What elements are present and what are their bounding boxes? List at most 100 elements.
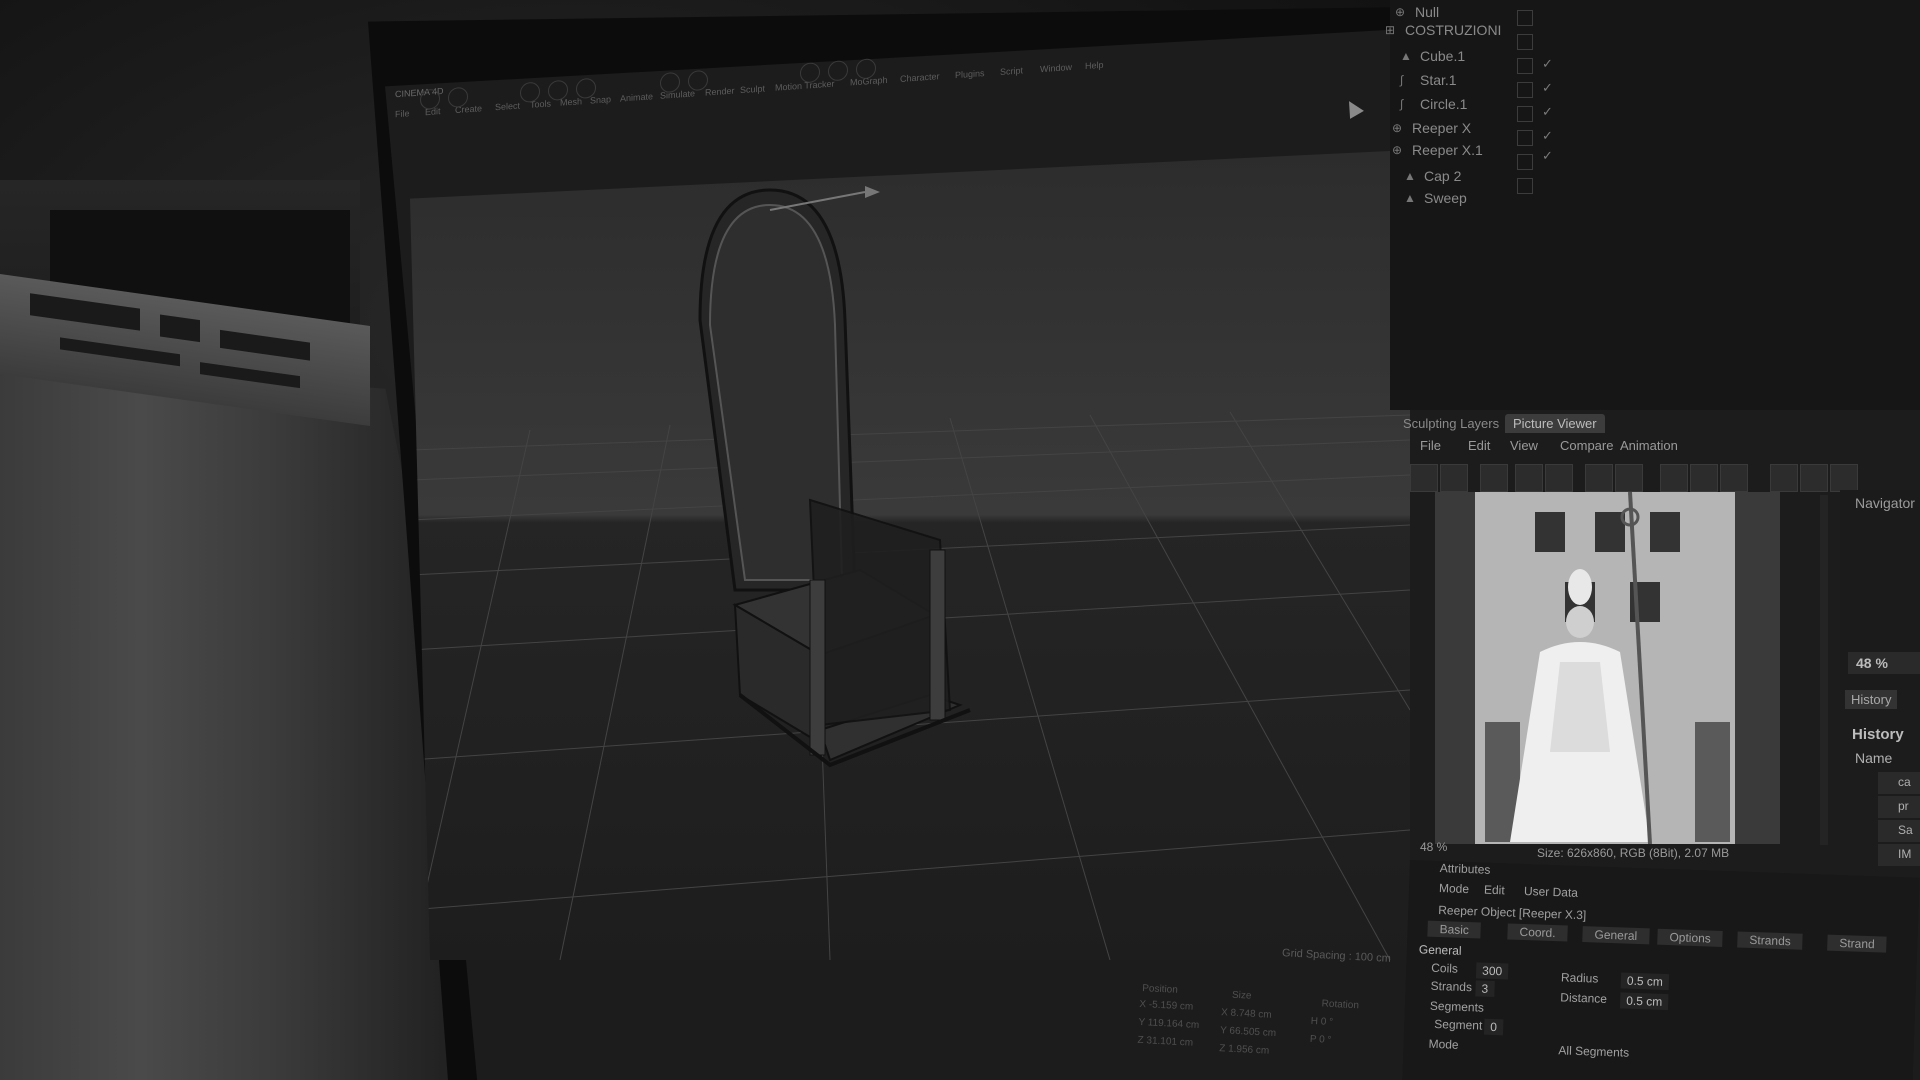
- light-tool-icon[interactable]: [856, 58, 876, 80]
- pv-menu-file[interactable]: File: [1420, 438, 1441, 453]
- strands-field[interactable]: 3: [1475, 980, 1495, 998]
- visibility-toggle[interactable]: [1517, 178, 1533, 194]
- visibility-toggle[interactable]: [1517, 34, 1533, 50]
- enabled-check-icon[interactable]: ✓: [1542, 80, 1553, 96]
- cap-icon: ▲: [1404, 169, 1416, 183]
- open-icon[interactable]: [1410, 464, 1438, 492]
- distance-field[interactable]: 0.5 cm: [1619, 992, 1669, 1011]
- visibility-toggle[interactable]: [1517, 58, 1533, 74]
- segment-field[interactable]: 0: [1483, 1018, 1504, 1036]
- split-icon[interactable]: [1800, 464, 1828, 492]
- cube-tool-icon[interactable]: [800, 62, 820, 84]
- save-icon[interactable]: [1440, 464, 1468, 492]
- render-settings-icon[interactable]: [688, 69, 708, 92]
- attr-tab-general[interactable]: General: [1582, 926, 1650, 945]
- render-region-icon[interactable]: [1660, 464, 1688, 492]
- stamp-icon[interactable]: [1545, 464, 1573, 492]
- picture-viewer-scrollbar[interactable]: [1820, 495, 1828, 845]
- grid-icon[interactable]: [1480, 464, 1508, 492]
- ab-compare-icon[interactable]: [1770, 464, 1798, 492]
- enabled-check-icon[interactable]: ✓: [1542, 148, 1553, 164]
- position-label: Position: [1141, 982, 1179, 996]
- null-icon: ⊕: [1395, 5, 1406, 19]
- image-size-info: Size: 626x860, RGB (8Bit), 2.07 MB: [1537, 846, 1730, 860]
- throne-model: [698, 186, 971, 768]
- undo-icon[interactable]: [420, 88, 440, 110]
- menu-file[interactable]: File: [395, 108, 410, 119]
- enabled-check-icon[interactable]: ✓: [1542, 56, 1553, 72]
- visibility-toggle[interactable]: [1517, 106, 1533, 122]
- history-row[interactable]: Sa: [1878, 820, 1920, 842]
- picture-viewer-menu: File Edit View Compare Animation: [1400, 436, 1920, 460]
- radius-field[interactable]: 0.5 cm: [1620, 972, 1670, 991]
- move-icon[interactable]: [520, 81, 540, 104]
- reference-photo[interactable]: [1435, 492, 1780, 844]
- history-row[interactable]: pr: [1878, 796, 1920, 818]
- scale-icon[interactable]: [548, 79, 568, 102]
- menu-window[interactable]: Window: [1040, 62, 1072, 74]
- visibility-toggle[interactable]: [1517, 82, 1533, 98]
- fit-icon[interactable]: [1690, 464, 1718, 492]
- all-segments-option[interactable]: All Segments: [1558, 1043, 1629, 1059]
- coils-field[interactable]: 300: [1475, 962, 1509, 980]
- picture-viewer-status: 48 % Size: 626x860, RGB (8Bit), 2.07 MB: [1412, 838, 1832, 862]
- history-row[interactable]: IM: [1878, 844, 1920, 866]
- attr-tab-coord[interactable]: Coord.: [1507, 923, 1568, 942]
- size-z-field[interactable]: Z 1.956 cm: [1219, 1043, 1270, 1057]
- pos-z-field[interactable]: Z 31.101 cm: [1137, 1035, 1193, 1049]
- menu-help[interactable]: Help: [1085, 60, 1104, 71]
- object-row-costruzioni[interactable]: ⊞ COSTRUZIONI: [1385, 18, 1501, 42]
- attr-tab-basic[interactable]: Basic: [1427, 920, 1482, 939]
- frame-icon[interactable]: [1585, 464, 1613, 492]
- size-x-field[interactable]: X 8.748 cm: [1221, 1007, 1272, 1021]
- object-row-circle[interactable]: ∫ Circle.1: [1400, 92, 1467, 116]
- rot-p-field[interactable]: P 0 °: [1310, 1034, 1332, 1046]
- attr-tab-options[interactable]: Options: [1657, 928, 1724, 947]
- pv-zoom-select[interactable]: 48 %: [1420, 840, 1447, 854]
- object-row-reeper-x[interactable]: ⊕ Reeper X: [1392, 116, 1471, 140]
- layers-icon[interactable]: [1615, 464, 1643, 492]
- pv-menu-compare[interactable]: Compare: [1560, 438, 1613, 453]
- cloud-icon[interactable]: [1720, 464, 1748, 492]
- size-label: Size: [1231, 989, 1252, 1002]
- coils-label: Coils: [1431, 960, 1459, 976]
- object-row-star[interactable]: ∫ Star.1: [1400, 68, 1457, 92]
- size-y-field[interactable]: Y 66.505 cm: [1220, 1025, 1276, 1039]
- spline-tool-icon[interactable]: [828, 60, 848, 82]
- history-row[interactable]: ca: [1878, 772, 1920, 794]
- visibility-toggle[interactable]: [1517, 10, 1533, 26]
- attr-object-name: Reeper Object [Reeper X.3]: [1438, 903, 1587, 923]
- attr-tab-strand[interactable]: Strand: [1827, 934, 1887, 953]
- redo-icon[interactable]: [448, 86, 468, 109]
- pv-menu-edit[interactable]: Edit: [1468, 438, 1490, 453]
- attr-menu-user-data[interactable]: User Data: [1524, 884, 1578, 900]
- tab-sculpting-layers[interactable]: Sculpting Layers: [1395, 414, 1507, 433]
- render-icon[interactable]: [660, 71, 680, 94]
- pos-x-field[interactable]: X -5.159 cm: [1139, 999, 1193, 1013]
- text-icon[interactable]: [1830, 464, 1858, 492]
- object-row-cap[interactable]: ▲ Cap 2: [1404, 164, 1461, 188]
- tab-picture-viewer[interactable]: Picture Viewer: [1505, 414, 1605, 433]
- tab-history[interactable]: History: [1845, 690, 1898, 709]
- pv-menu-view[interactable]: View: [1510, 438, 1538, 453]
- object-row-sweep[interactable]: ▲ Sweep: [1404, 186, 1467, 210]
- enabled-check-icon[interactable]: ✓: [1542, 104, 1553, 120]
- enabled-check-icon[interactable]: ✓: [1542, 128, 1553, 144]
- compare-icon[interactable]: [1515, 464, 1543, 492]
- rotate-icon[interactable]: [576, 77, 596, 100]
- pv-menu-animation[interactable]: Animation: [1620, 438, 1678, 453]
- navigator-title: Navigator: [1855, 495, 1915, 511]
- object-row-reeper-x1[interactable]: ⊕ Reeper X.1: [1392, 138, 1483, 162]
- reeper-icon: ⊕: [1392, 121, 1403, 135]
- visibility-toggle[interactable]: [1517, 154, 1533, 170]
- reference-photo-drawing: [1435, 492, 1780, 844]
- object-row-cube[interactable]: ▲ Cube.1: [1400, 44, 1465, 68]
- 3d-viewport[interactable]: [410, 150, 1410, 960]
- attr-tab-strands[interactable]: Strands: [1737, 931, 1804, 950]
- pos-y-field[interactable]: Y 119.164 cm: [1138, 1017, 1199, 1031]
- attr-menu-edit[interactable]: Edit: [1484, 883, 1505, 898]
- rot-h-field[interactable]: H 0 °: [1310, 1016, 1333, 1028]
- visibility-toggle[interactable]: [1517, 130, 1533, 146]
- attr-menu-mode[interactable]: Mode: [1439, 881, 1470, 896]
- spline-icon: ∫: [1400, 97, 1404, 111]
